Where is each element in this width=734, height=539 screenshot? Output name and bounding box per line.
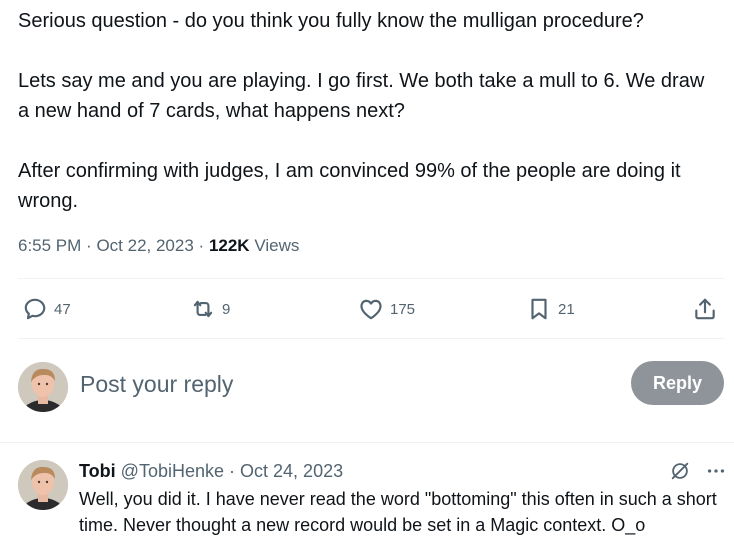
reply-author-name[interactable]: Tobi	[79, 461, 116, 481]
reply-input[interactable]: Post your reply	[80, 369, 233, 399]
reply-count: 47	[54, 300, 71, 318]
reply-date[interactable]: Oct 24, 2023	[240, 461, 343, 481]
divider	[18, 278, 724, 279]
reply-author-handle[interactable]: @TobiHenke	[121, 461, 224, 481]
share-button[interactable]	[692, 296, 718, 322]
reply-composer: Post your reply Reply	[18, 360, 724, 412]
views-label: Views	[254, 236, 300, 255]
action-bar: 47 9 175 21	[18, 286, 722, 332]
bookmark-button[interactable]: 21	[526, 296, 575, 322]
reply-button[interactable]: Reply	[631, 361, 724, 405]
avatar-image	[18, 362, 68, 412]
tweet-line: Serious question - do you think you full…	[18, 10, 644, 32]
divider	[18, 338, 724, 339]
reply-text: Well, you did it. I have never read the …	[79, 489, 717, 535]
repost-button[interactable]: 9	[190, 296, 230, 322]
repost-count: 9	[222, 300, 231, 318]
more-dots-icon[interactable]	[705, 460, 727, 482]
tweet-line: Lets say me and you are playing. I go fi…	[18, 70, 705, 122]
like-button[interactable]: 175	[358, 296, 415, 322]
bookmark-icon	[531, 298, 547, 320]
reply-action-button[interactable]: 47	[22, 296, 71, 322]
tweet-date[interactable]: Oct 22, 2023	[96, 236, 193, 255]
meta-separator: ·	[198, 236, 205, 255]
avatar-image	[18, 460, 68, 510]
meta-separator: ·	[86, 236, 92, 255]
tweet-meta: 6:55 PM · Oct 22, 2023 · 122K Views	[18, 234, 299, 258]
tweet-line: After confirming with judges, I am convi…	[18, 160, 681, 212]
like-count: 175	[390, 300, 416, 318]
avatar[interactable]	[18, 362, 68, 412]
tweet-text: Serious question - do you think you full…	[18, 6, 718, 216]
reply-icon-group	[669, 460, 727, 482]
reply-header: Tobi @TobiHenke · Oct 24, 2023	[79, 458, 343, 484]
views-count: 122K	[208, 236, 250, 255]
tweet-time[interactable]: 6:55 PM	[18, 236, 81, 255]
share-icon	[695, 298, 715, 320]
grok-icon[interactable]	[669, 460, 691, 482]
bookmark-count: 21	[558, 300, 575, 318]
meta-separator: ·	[229, 461, 236, 481]
divider	[0, 442, 734, 443]
heart-icon	[360, 299, 382, 320]
repost-icon	[193, 300, 213, 318]
avatar[interactable]	[18, 460, 68, 510]
comment-bubble-icon	[24, 298, 46, 320]
